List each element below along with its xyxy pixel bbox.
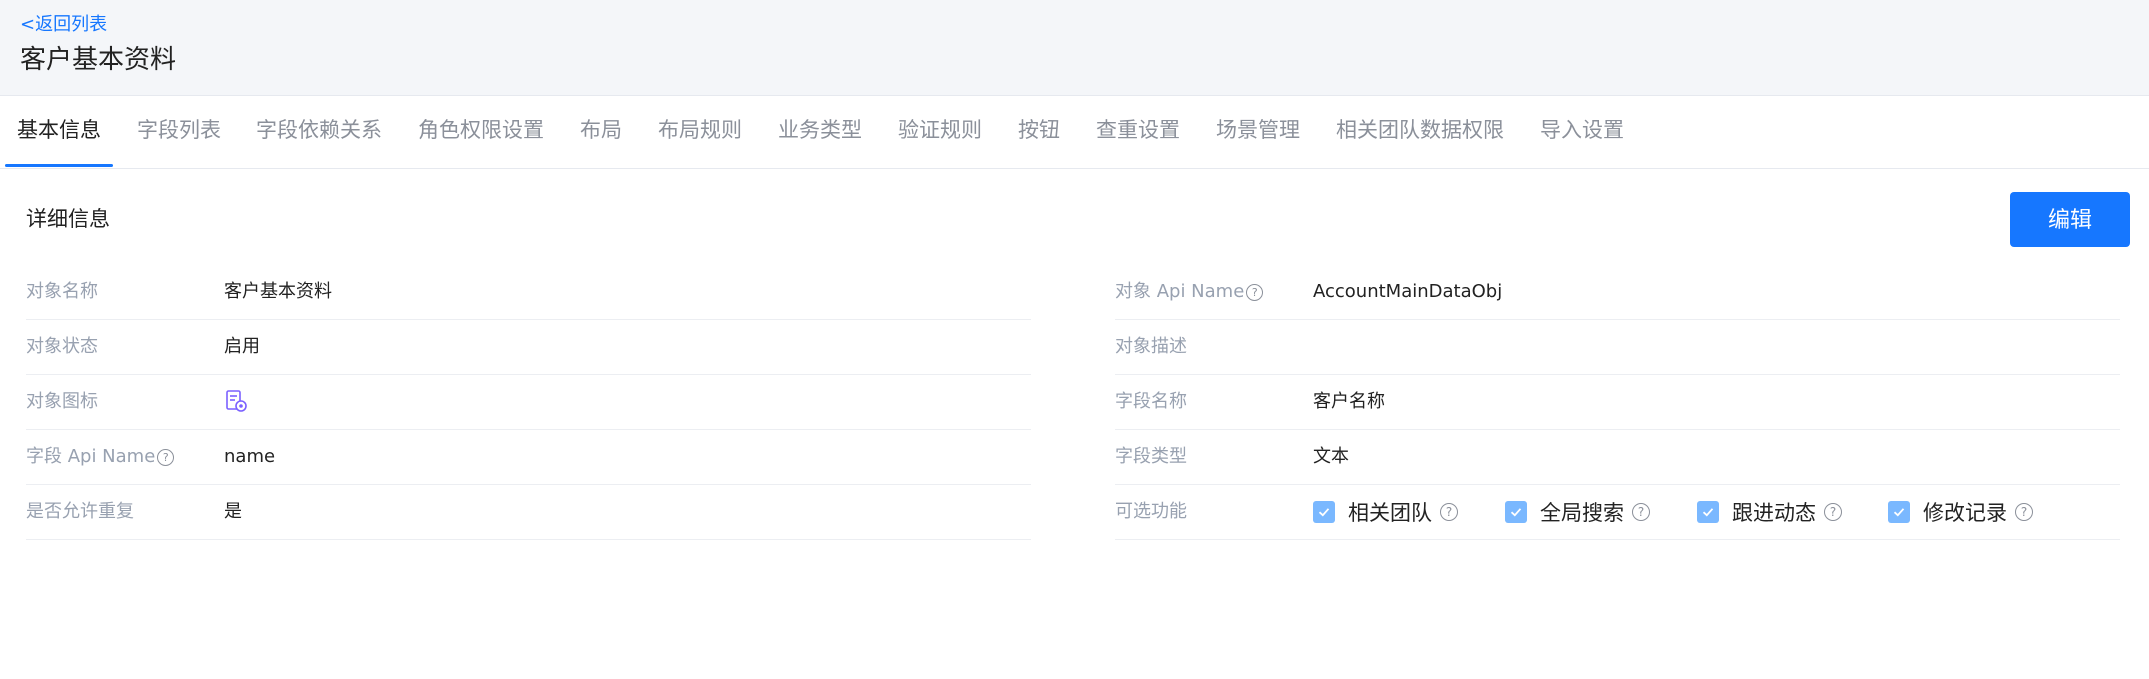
field-label: 对象名称 [26, 281, 98, 302]
feature-related-team: 相关团队 ? [1313, 484, 1458, 539]
row-field-api-name: 字段 Api Name? name [26, 429, 1031, 485]
feature-global-search: 全局搜索 ? [1505, 484, 1650, 539]
row-object-name: 对象名称 客户基本资料 [26, 264, 1031, 320]
field-value: AccountMainDataObj [1313, 281, 1503, 302]
help-icon[interactable]: ? [1824, 502, 1842, 521]
feature-change-log: 修改记录 ? [1888, 484, 2033, 539]
field-value: 客户名称 [1313, 391, 1385, 412]
change-log-checkbox[interactable] [1888, 500, 1910, 523]
related-team-checkbox[interactable] [1313, 500, 1335, 523]
feature-label: 全局搜索 [1540, 500, 1624, 525]
page-header: <返回列表 客户基本资料 [0, 0, 2149, 96]
active-tab-indicator [5, 164, 113, 167]
field-label: 字段 Api Name? [26, 429, 175, 484]
field-label: 可选功能 [1115, 501, 1187, 522]
row-field-type: 字段类型 文本 [1115, 429, 2120, 485]
tab-basic-info[interactable]: 基本信息 [17, 96, 101, 168]
checkmark-icon [1702, 507, 1714, 516]
section-title: 详细信息 [26, 207, 110, 231]
edit-button[interactable]: 编辑 [2010, 192, 2130, 247]
help-icon[interactable]: ? [1440, 502, 1458, 521]
tab-validation-rules[interactable]: 验证规则 [898, 96, 982, 168]
row-field-name: 字段名称 客户名称 [1115, 374, 2120, 430]
tab-field-list[interactable]: 字段列表 [137, 96, 221, 168]
field-label: 对象 Api Name? [1115, 264, 1264, 319]
field-label: 字段名称 [1115, 391, 1187, 412]
tab-business-type[interactable]: 业务类型 [778, 96, 862, 168]
help-icon[interactable]: ? [2015, 502, 2033, 521]
feature-label: 跟进动态 [1732, 500, 1816, 525]
tab-layout[interactable]: 布局 [580, 96, 622, 168]
help-icon[interactable]: ? [157, 448, 175, 466]
tab-buttons[interactable]: 按钮 [1018, 96, 1060, 168]
global-search-checkbox[interactable] [1505, 500, 1527, 523]
checkmark-icon [1318, 507, 1330, 516]
row-object-api-name: 对象 Api Name? AccountMainDataObj [1115, 264, 2120, 320]
field-label: 是否允许重复 [26, 501, 134, 522]
help-icon[interactable]: ? [1246, 283, 1264, 301]
row-object-icon: 对象图标 [26, 374, 1031, 430]
field-label: 字段类型 [1115, 446, 1187, 467]
row-optional-features: 可选功能 相关团队 ? 全局搜索 ? 跟进动态 ? 修改记录 ? [1115, 484, 2120, 540]
field-label: 对象图标 [26, 391, 98, 412]
field-value: 是 [224, 501, 242, 522]
field-label: 对象状态 [26, 336, 98, 357]
field-value: name [224, 446, 276, 467]
row-object-description: 对象描述 [1115, 319, 2120, 375]
feature-label: 相关团队 [1348, 500, 1432, 525]
field-label: 对象描述 [1115, 336, 1187, 357]
row-allow-duplicate: 是否允许重复 是 [26, 484, 1031, 540]
tab-field-dependency[interactable]: 字段依赖关系 [256, 96, 382, 168]
row-object-status: 对象状态 启用 [26, 319, 1031, 375]
tab-import-settings[interactable]: 导入设置 [1540, 96, 1624, 168]
page-title: 客户基本资料 [20, 45, 177, 75]
back-to-list-link[interactable]: <返回列表 [20, 13, 107, 37]
field-value: 文本 [1313, 446, 1349, 467]
tab-duplicate-check[interactable]: 查重设置 [1096, 96, 1180, 168]
tab-scene-management[interactable]: 场景管理 [1216, 96, 1300, 168]
help-icon[interactable]: ? [1632, 502, 1650, 521]
tab-team-data-permissions[interactable]: 相关团队数据权限 [1336, 96, 1504, 168]
tab-layout-rules[interactable]: 布局规则 [658, 96, 742, 168]
tab-role-permissions[interactable]: 角色权限设置 [418, 96, 544, 168]
field-value: 客户基本资料 [224, 281, 332, 302]
feature-follow-up-activity: 跟进动态 ? [1697, 484, 1842, 539]
checkmark-icon [1510, 507, 1522, 516]
field-value: 启用 [224, 336, 260, 357]
feature-label: 修改记录 [1923, 500, 2007, 525]
object-document-icon [226, 390, 247, 412]
checkmark-icon [1893, 507, 1905, 516]
tab-bar: 基本信息 字段列表 字段依赖关系 角色权限设置 布局 布局规则 业务类型 验证规… [0, 96, 2149, 169]
follow-up-activity-checkbox[interactable] [1697, 500, 1719, 523]
